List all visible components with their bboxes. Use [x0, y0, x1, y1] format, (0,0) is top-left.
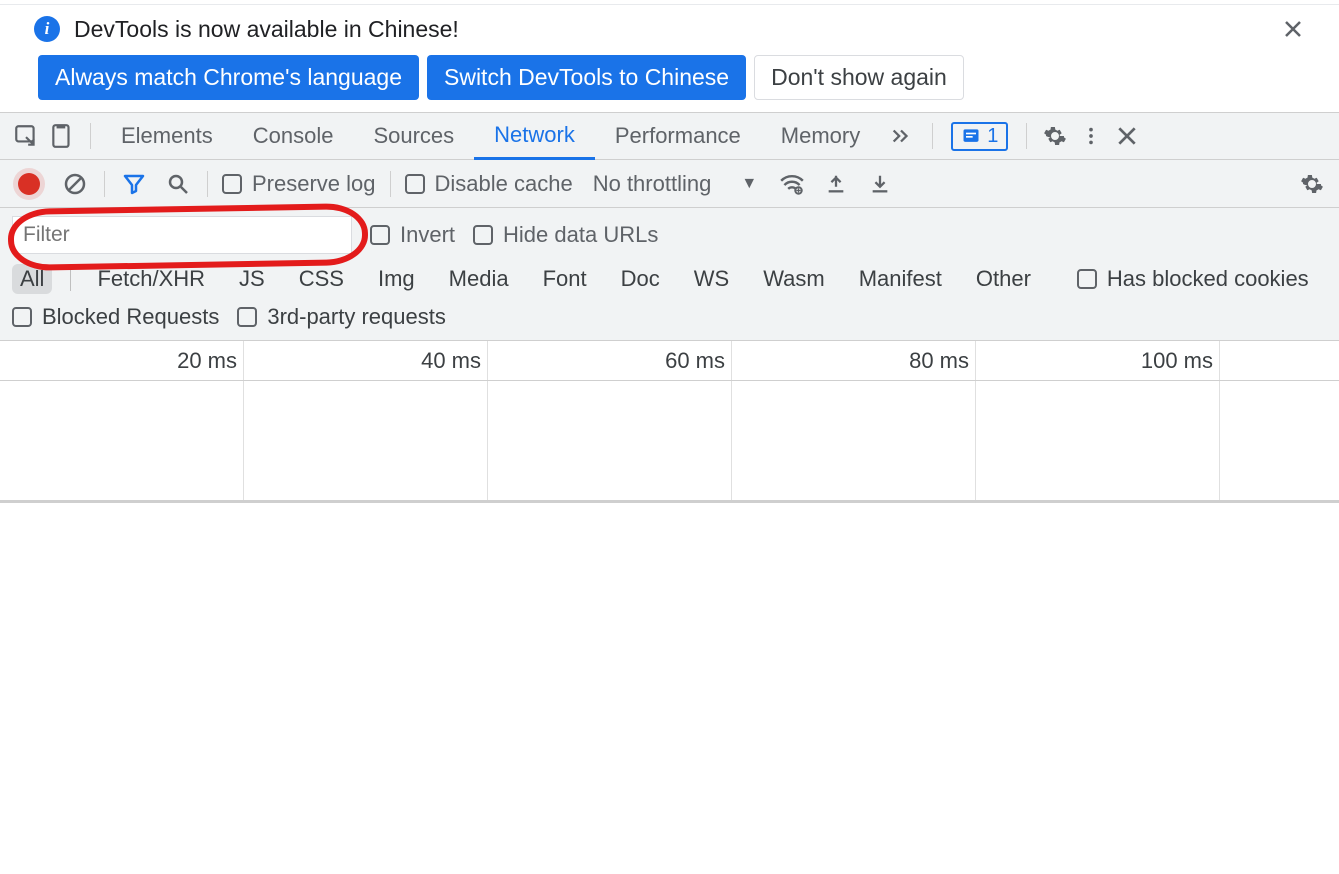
- chip-doc[interactable]: Doc: [613, 264, 668, 294]
- preserve-log-checkbox[interactable]: Preserve log: [222, 171, 376, 197]
- has-blocked-cookies-checkbox[interactable]: Has blocked cookies: [1077, 266, 1309, 292]
- inspect-element-icon[interactable]: [8, 113, 44, 159]
- info-icon: i: [34, 16, 60, 42]
- timeline-tick: 80 ms: [732, 341, 976, 380]
- timeline-header: 20 ms 40 ms 60 ms 80 ms 100 ms: [0, 341, 1339, 381]
- kebab-menu-icon[interactable]: [1073, 113, 1109, 159]
- switch-language-button[interactable]: Switch DevTools to Chinese: [427, 55, 746, 100]
- close-icon[interactable]: [1279, 15, 1307, 43]
- invert-checkbox[interactable]: Invert: [370, 222, 455, 248]
- chip-all[interactable]: All: [12, 264, 52, 294]
- issues-badge[interactable]: 1: [951, 122, 1008, 151]
- filter-icon[interactable]: [119, 172, 149, 196]
- more-tabs-icon[interactable]: [880, 125, 922, 147]
- filter-input[interactable]: [12, 216, 352, 254]
- chip-wasm[interactable]: Wasm: [755, 264, 833, 294]
- timeline-body[interactable]: [0, 381, 1339, 503]
- chip-img[interactable]: Img: [370, 264, 423, 294]
- clear-icon[interactable]: [60, 172, 90, 196]
- filter-input-wrap: [12, 216, 352, 254]
- blocked-requests-checkbox[interactable]: Blocked Requests: [12, 304, 219, 330]
- disable-cache-checkbox[interactable]: Disable cache: [405, 171, 573, 197]
- caret-down-icon: ▼: [741, 175, 757, 193]
- tab-sources[interactable]: Sources: [353, 113, 474, 159]
- tab-elements[interactable]: Elements: [101, 113, 233, 159]
- chip-media[interactable]: Media: [441, 264, 517, 294]
- chip-manifest[interactable]: Manifest: [851, 264, 950, 294]
- device-toggle-icon[interactable]: [44, 113, 80, 159]
- chip-fetch-xhr[interactable]: Fetch/XHR: [89, 264, 213, 294]
- throttling-select[interactable]: No throttling ▼: [587, 171, 763, 197]
- banner-buttons: Always match Chrome's language Switch De…: [0, 49, 1339, 112]
- chip-js[interactable]: JS: [231, 264, 273, 294]
- tab-performance[interactable]: Performance: [595, 113, 761, 159]
- timeline-tick: 60 ms: [488, 341, 732, 380]
- network-toolbar: Preserve log Disable cache No throttling…: [0, 160, 1339, 208]
- record-button[interactable]: [18, 173, 40, 195]
- timeline-tick: 20 ms: [0, 341, 244, 380]
- dont-show-again-button[interactable]: Don't show again: [754, 55, 964, 100]
- issues-count: 1: [987, 125, 998, 148]
- resource-type-chips: All Fetch/XHR JS CSS Img Media Font Doc …: [12, 264, 1327, 294]
- timeline-tick: [1220, 341, 1339, 380]
- tab-memory[interactable]: Memory: [761, 113, 880, 159]
- hide-data-urls-checkbox[interactable]: Hide data URLs: [473, 222, 658, 248]
- third-party-requests-checkbox[interactable]: 3rd-party requests: [237, 304, 446, 330]
- network-settings-gear-icon[interactable]: [1297, 172, 1327, 196]
- devtools-tabbar: Elements Console Sources Network Perform…: [0, 112, 1339, 160]
- settings-gear-icon[interactable]: [1037, 113, 1073, 159]
- tab-network[interactable]: Network: [474, 114, 595, 160]
- banner-message: DevTools is now available in Chinese!: [74, 16, 459, 43]
- import-har-icon[interactable]: [821, 173, 851, 195]
- close-devtools-icon[interactable]: [1109, 113, 1145, 159]
- network-conditions-icon[interactable]: [777, 171, 807, 197]
- chip-ws[interactable]: WS: [686, 264, 737, 294]
- timeline-tick: 40 ms: [244, 341, 488, 380]
- chip-font[interactable]: Font: [535, 264, 595, 294]
- match-language-button[interactable]: Always match Chrome's language: [38, 55, 419, 100]
- chip-other[interactable]: Other: [968, 264, 1039, 294]
- export-har-icon[interactable]: [865, 173, 895, 195]
- search-icon[interactable]: [163, 172, 193, 196]
- language-info-banner: i DevTools is now available in Chinese!: [0, 5, 1339, 49]
- timeline-tick: 100 ms: [976, 341, 1220, 380]
- chip-css[interactable]: CSS: [291, 264, 352, 294]
- tab-console[interactable]: Console: [233, 113, 354, 159]
- network-filter-bar: Invert Hide data URLs All Fetch/XHR JS C…: [0, 208, 1339, 341]
